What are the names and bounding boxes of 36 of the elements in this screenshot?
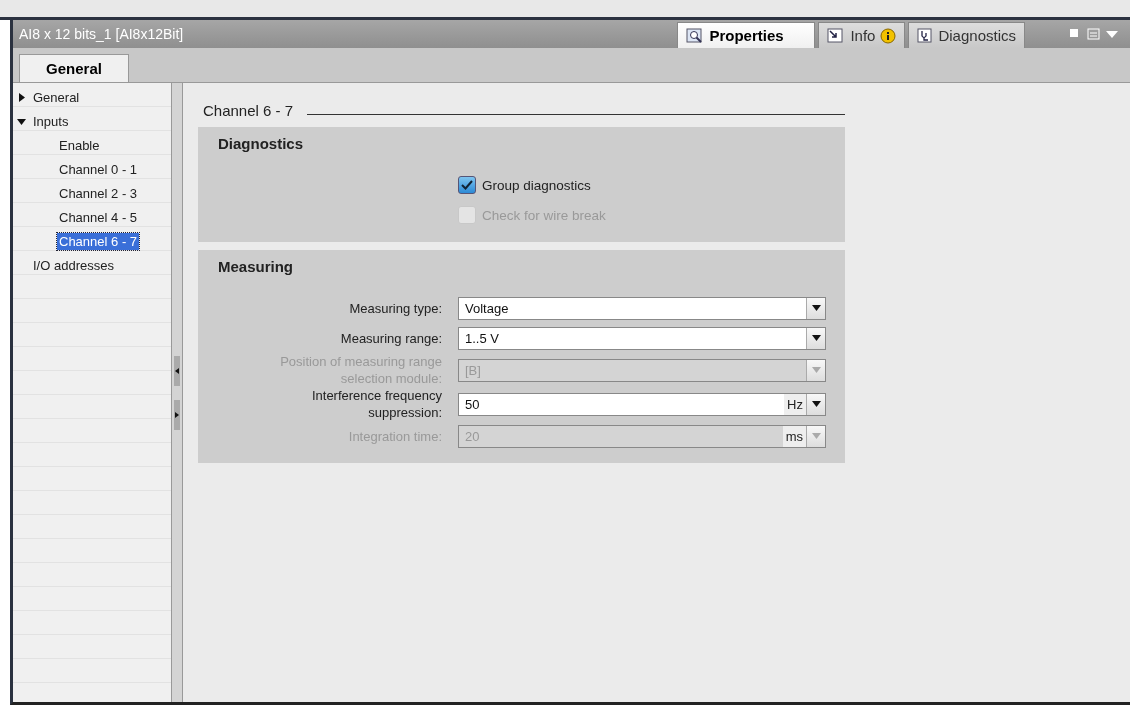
magnifier-icon [686,27,705,44]
caret-icon [811,367,821,373]
collapsed-arrow-icon[interactable] [17,92,26,102]
panel-tab[interactable]: Diagnostics [908,22,1025,48]
collapse-left-icon[interactable] [174,355,180,386]
checkbox-label: Group diagnostics [482,177,591,193]
caret-icon [811,401,821,407]
field-label: Measuring range: [339,329,442,347]
expand-right-icon[interactable] [174,399,180,430]
expanded-arrow-icon[interactable] [17,116,26,126]
checkbox[interactable] [458,176,476,194]
panel-title: AI8 x 12 bits_1 [AI8x12Bit] [18,26,185,42]
dropdown-field[interactable]: 1..5 V [458,326,826,350]
group-title: Diagnostics [217,135,305,152]
group-title: Measuring [217,258,294,275]
field-label: Measuring type: [348,299,442,317]
section-title: Channel 6 - 7 [203,102,294,119]
dropdown-field[interactable]: Voltage [458,296,826,320]
stethoscope-icon [917,27,934,44]
nav-item[interactable]: Channel 2 - 3 [57,184,140,202]
nav-item[interactable]: Channel 4 - 5 [57,208,140,226]
info-badge-icon [880,27,897,44]
panel-tab[interactable]: Info [818,22,906,48]
nav-item[interactable]: Channel 6 - 7 [57,232,140,250]
nav-item[interactable]: Channel 0 - 1 [57,160,140,178]
caret-icon [811,335,821,341]
nav-item[interactable]: I/O addresses [31,256,116,274]
panel-tab[interactable]: Properties [677,22,816,48]
caret-icon [811,433,821,439]
field-label: Interference frequency suppression: [310,387,442,421]
nav-item[interactable]: General [31,88,82,106]
nav-item[interactable]: Inputs [31,112,71,130]
dropdown-field[interactable]: 50 Hz [458,392,826,416]
nav-item[interactable]: Enable [57,136,102,154]
caret-icon [811,305,821,311]
general-tab[interactable]: General [19,54,129,82]
